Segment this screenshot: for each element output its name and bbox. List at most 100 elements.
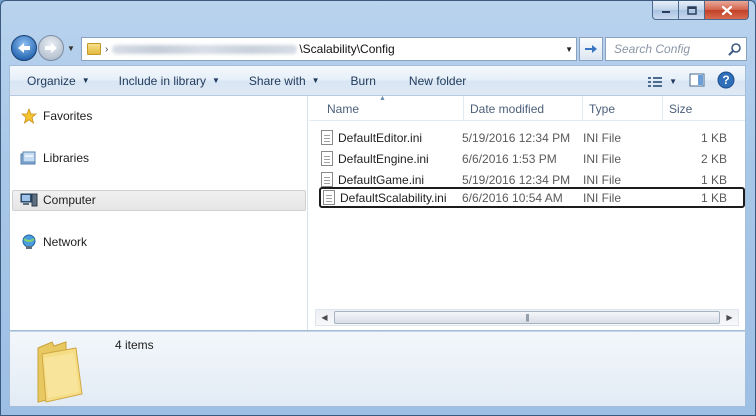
address-dropdown-icon[interactable]: ▼ — [565, 45, 573, 54]
nav-item-label: Network — [43, 235, 88, 249]
folder-icon — [87, 43, 101, 55]
chevron-down-icon: ▼ — [81, 76, 90, 85]
file-row-selected[interactable]: DefaultScalability.ini 6/6/2016 10:54 AM… — [319, 187, 745, 208]
computer-icon — [20, 192, 38, 208]
nav-item-computer[interactable]: Computer — [20, 190, 96, 210]
chevron-right-icon: › — [105, 43, 109, 55]
file-row[interactable]: DefaultEngine.ini 6/6/2016 1:53 PM INI F… — [321, 148, 741, 169]
include-in-library-label: Include in library — [118, 73, 206, 88]
go-arrow-icon — [585, 45, 597, 53]
search-input[interactable]: Search Config — [606, 42, 724, 56]
details-view-icon — [648, 76, 663, 87]
file-date: 5/19/2016 12:34 PM — [462, 172, 571, 187]
details-pane: 4 items — [9, 331, 746, 407]
back-button[interactable] — [11, 35, 37, 61]
horizontal-scrollbar[interactable]: ◀ ||| ▶ — [315, 309, 739, 326]
scroll-thumb[interactable]: ||| — [334, 311, 720, 324]
ini-file-icon — [321, 151, 333, 166]
caption-buttons — [652, 1, 749, 20]
file-size: 1 KB — [700, 172, 727, 187]
forward-button[interactable] — [38, 35, 64, 61]
help-icon: ? — [717, 71, 735, 89]
scroll-right-icon[interactable]: ▶ — [721, 313, 738, 322]
view-controls: ▼ ? — [647, 71, 735, 92]
ini-file-icon — [323, 190, 335, 205]
file-name: DefaultScalability.ini — [340, 190, 447, 205]
file-row[interactable]: DefaultEditor.ini 5/19/2016 12:34 PM INI… — [321, 127, 741, 148]
maximize-button[interactable] — [679, 1, 705, 20]
close-icon — [721, 5, 732, 15]
ini-file-icon — [321, 172, 333, 187]
file-name: DefaultGame.ini — [338, 172, 425, 187]
file-name: DefaultEditor.ini — [338, 130, 423, 145]
file-name-cell: DefaultGame.ini — [321, 172, 462, 187]
close-button[interactable] — [705, 1, 749, 20]
organize-button[interactable]: Organize ▼ — [10, 66, 99, 95]
ini-file-icon — [321, 130, 333, 145]
sort-ascending-icon: ▲ — [379, 95, 386, 102]
file-list: ▲ Name Date modified Type Size DefaultEd… — [309, 95, 745, 330]
include-in-library-button[interactable]: Include in library ▼ — [99, 66, 229, 95]
file-size: 1 KB — [700, 130, 727, 145]
file-name-cell: DefaultEngine.ini — [321, 151, 462, 166]
search-box[interactable]: Search Config — [605, 37, 747, 61]
column-header-label: Date modified — [470, 101, 545, 116]
nav-item-label: Favorites — [43, 109, 93, 123]
chevron-down-icon: ▼ — [212, 76, 220, 85]
file-name-cell: DefaultEditor.ini — [321, 130, 462, 145]
libraries-icon — [20, 150, 38, 166]
column-header-size[interactable]: Size — [663, 96, 743, 121]
preview-pane-icon — [689, 73, 705, 87]
star-icon — [20, 108, 38, 124]
new-folder-button[interactable]: New folder — [385, 66, 475, 95]
burn-label: Burn — [350, 73, 376, 88]
explorer-window: ▼ › \Scalability\Config ▼ Search Config … — [0, 0, 756, 416]
nav-item-favorites[interactable]: Favorites — [20, 106, 92, 126]
minimize-button[interactable] — [652, 1, 679, 20]
items-count: 4 items — [115, 338, 154, 352]
file-size: 2 KB — [700, 151, 727, 166]
column-header-type[interactable]: Type — [583, 96, 663, 121]
refresh-button[interactable] — [579, 37, 603, 61]
scroll-left-icon[interactable]: ◀ — [316, 313, 333, 322]
file-name-cell: DefaultScalability.ini — [321, 190, 462, 205]
file-date: 6/6/2016 10:54 AM — [462, 190, 563, 205]
column-header-name[interactable]: ▲ Name — [309, 95, 464, 121]
share-with-button[interactable]: Share with ▼ — [229, 66, 329, 95]
recent-pages-dropdown[interactable]: ▼ — [67, 44, 75, 53]
preview-pane-button[interactable] — [689, 73, 705, 90]
column-header-label: Type — [589, 101, 616, 116]
nav-item-label: Computer — [43, 193, 96, 207]
content-area: Favorites Libraries Computer Network ▲ N… — [9, 95, 746, 331]
burn-button[interactable]: Burn — [329, 66, 385, 95]
back-arrow-icon — [18, 43, 30, 53]
address-row: ▼ › \Scalability\Config ▼ Search Config — [9, 32, 747, 62]
file-type: INI File — [583, 172, 622, 187]
file-date: 6/6/2016 1:53 PM — [462, 151, 557, 166]
share-with-label: Share with — [248, 73, 306, 88]
network-icon — [20, 234, 38, 250]
file-type: INI File — [583, 190, 622, 205]
change-view-button[interactable]: ▼ — [647, 75, 677, 89]
file-size: 1 KB — [700, 190, 727, 205]
command-bar: Organize ▼ Include in library ▼ Share wi… — [9, 65, 746, 96]
address-path: \Scalability\Config — [299, 42, 395, 56]
column-header-label: Size — [669, 101, 693, 116]
nav-item-libraries[interactable]: Libraries — [20, 148, 89, 168]
column-header-date-modified[interactable]: Date modified — [464, 96, 583, 121]
column-headers: ▲ Name Date modified Type Size — [309, 95, 745, 121]
svg-text:?: ? — [722, 73, 729, 87]
scroll-track[interactable]: ||| — [333, 310, 721, 325]
nav-item-network[interactable]: Network — [20, 232, 87, 252]
chevron-down-icon: ▼ — [669, 77, 677, 86]
new-folder-label: New folder — [408, 73, 467, 88]
forward-arrow-icon — [45, 43, 57, 53]
search-icon[interactable] — [724, 42, 746, 56]
maximize-icon — [686, 5, 697, 15]
navigation-pane: Favorites Libraries Computer Network — [10, 96, 308, 330]
help-button[interactable]: ? — [717, 71, 735, 92]
address-bar[interactable]: › \Scalability\Config ▼ — [81, 37, 577, 61]
file-type: INI File — [583, 151, 622, 166]
folder-icon — [37, 341, 83, 403]
column-header-label: Name — [327, 101, 360, 116]
